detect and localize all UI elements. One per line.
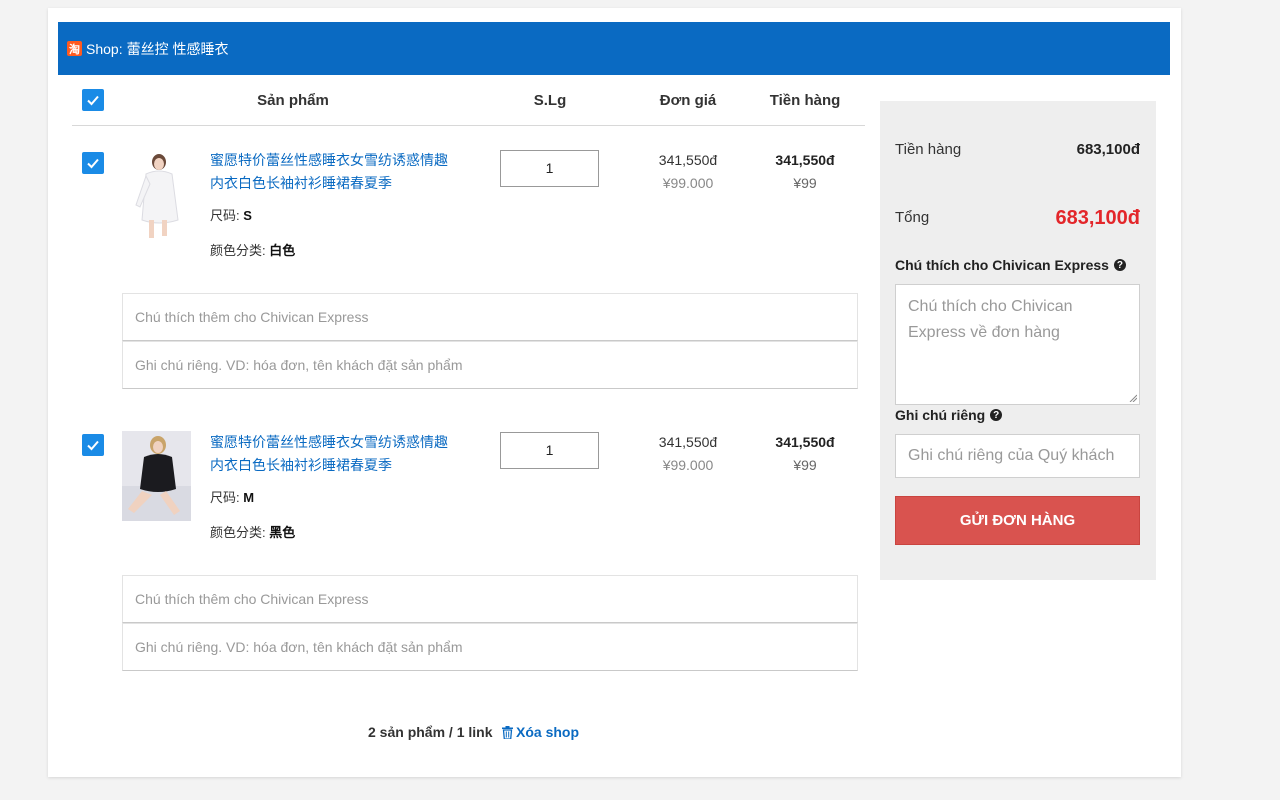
private-note-input[interactable]: Ghi chú riêng của Quý khách bbox=[895, 434, 1140, 478]
item-count-text: 2 sản phẩm / 1 link bbox=[368, 724, 493, 740]
size-value: M bbox=[243, 490, 255, 505]
total-value: 683,100đ bbox=[1055, 207, 1140, 229]
private-note-heading: Ghi chú riêng ? bbox=[895, 407, 1003, 423]
product-color: 颜色分类: 白色 bbox=[210, 240, 295, 259]
item-checkbox[interactable] bbox=[82, 434, 104, 456]
product-title-line: 蜜愿特价蕾丝性感睡衣女雪纺诱惑情趣 bbox=[210, 152, 448, 168]
express-note-label: Chú thích cho Chivican Express bbox=[895, 257, 1109, 273]
taobao-icon: 淘 bbox=[67, 41, 82, 56]
express-note-placeholder: Chú thích cho Chivican Express về đơn hà… bbox=[908, 298, 1073, 341]
private-note-label: Ghi chú riêng bbox=[895, 407, 986, 423]
delete-shop-link[interactable]: Xóa shop bbox=[502, 724, 579, 740]
check-icon bbox=[87, 95, 99, 106]
shop-name: 蕾丝控 性感睡衣 bbox=[126, 40, 229, 57]
product-size: 尺码: S bbox=[210, 205, 252, 224]
product-thumbnail[interactable] bbox=[122, 431, 191, 521]
unit-price-vnd: 341,550đ bbox=[658, 434, 718, 450]
header-divider bbox=[72, 125, 865, 126]
color-value: 黑色 bbox=[269, 525, 296, 540]
header-product: Sản phẩm bbox=[257, 92, 329, 109]
total-label: Tổng bbox=[895, 209, 930, 226]
color-value: 白色 bbox=[269, 243, 296, 258]
item-private-note-field[interactable]: Ghi chú riêng. VD: hóa đơn, tên khách đặ… bbox=[122, 623, 858, 671]
subtotal-value: 683,100đ bbox=[1076, 141, 1140, 158]
express-note-textarea[interactable]: Chú thích cho Chivican Express về đơn hà… bbox=[895, 284, 1140, 405]
header-unit-price: Đơn giá bbox=[659, 92, 717, 109]
help-icon[interactable]: ? bbox=[1113, 259, 1126, 271]
item-note-field[interactable]: Chú thích thêm cho Chivican Express bbox=[122, 293, 858, 341]
help-icon[interactable]: ? bbox=[990, 409, 1003, 421]
item-note-field[interactable]: Chú thích thêm cho Chivican Express bbox=[122, 575, 858, 623]
unit-price-cny: ¥99.000 bbox=[662, 457, 714, 473]
product-thumbnail[interactable] bbox=[122, 150, 191, 240]
item-private-note-field[interactable]: Ghi chú riêng. VD: hóa đơn, tên khách đặ… bbox=[122, 341, 858, 389]
shop-header: 淘 Shop: 蕾丝控 性感睡衣 bbox=[58, 22, 1170, 75]
check-icon bbox=[87, 158, 99, 169]
submit-order-button[interactable]: GỬI ĐƠN HÀNG bbox=[895, 496, 1140, 545]
shop-label: Shop: bbox=[86, 40, 123, 57]
product-title-line: 蜜愿特价蕾丝性感睡衣女雪纺诱惑情趣 bbox=[210, 434, 448, 450]
resize-grip-icon[interactable] bbox=[1129, 394, 1137, 402]
check-icon bbox=[87, 440, 99, 451]
quantity-input[interactable]: 1 bbox=[500, 432, 599, 469]
unit-price-vnd: 341,550đ bbox=[658, 152, 718, 168]
color-label: 颜色分类: bbox=[210, 525, 266, 540]
item-total-cny: ¥99 bbox=[793, 175, 817, 191]
color-label: 颜色分类: bbox=[210, 243, 266, 258]
product-title-line: 内衣白色长袖衬衫睡裙春夏季 bbox=[210, 175, 392, 191]
size-label: 尺码: bbox=[210, 490, 240, 505]
unit-price-cny: ¥99.000 bbox=[662, 175, 714, 191]
size-value: S bbox=[243, 208, 252, 223]
item-total-vnd: 341,550đ bbox=[775, 152, 835, 168]
item-checkbox[interactable] bbox=[82, 152, 104, 174]
trash-icon bbox=[502, 725, 513, 739]
header-total: Tiền hàng bbox=[769, 92, 841, 109]
product-size: 尺码: M bbox=[210, 487, 254, 506]
subtotal-label: Tiền hàng bbox=[895, 141, 962, 158]
quantity-input[interactable]: 1 bbox=[500, 150, 599, 187]
header-qty: S.Lg bbox=[533, 92, 567, 109]
item-total-vnd: 341,550đ bbox=[775, 434, 835, 450]
product-title-link[interactable]: 蜜愿特价蕾丝性感睡衣女雪纺诱惑情趣 内衣白色长袖衬衫睡裙春夏季 bbox=[210, 149, 450, 195]
product-title-line: 内衣白色长袖衬衫睡裙春夏季 bbox=[210, 457, 392, 473]
size-label: 尺码: bbox=[210, 208, 240, 223]
item-total-cny: ¥99 bbox=[793, 457, 817, 473]
product-color: 颜色分类: 黑色 bbox=[210, 522, 295, 541]
select-all-checkbox[interactable] bbox=[82, 89, 104, 111]
product-title-link[interactable]: 蜜愿特价蕾丝性感睡衣女雪纺诱惑情趣 内衣白色长袖衬衫睡裙春夏季 bbox=[210, 431, 450, 477]
express-note-heading: Chú thích cho Chivican Express ? bbox=[895, 257, 1126, 273]
delete-shop-label: Xóa shop bbox=[516, 724, 580, 740]
